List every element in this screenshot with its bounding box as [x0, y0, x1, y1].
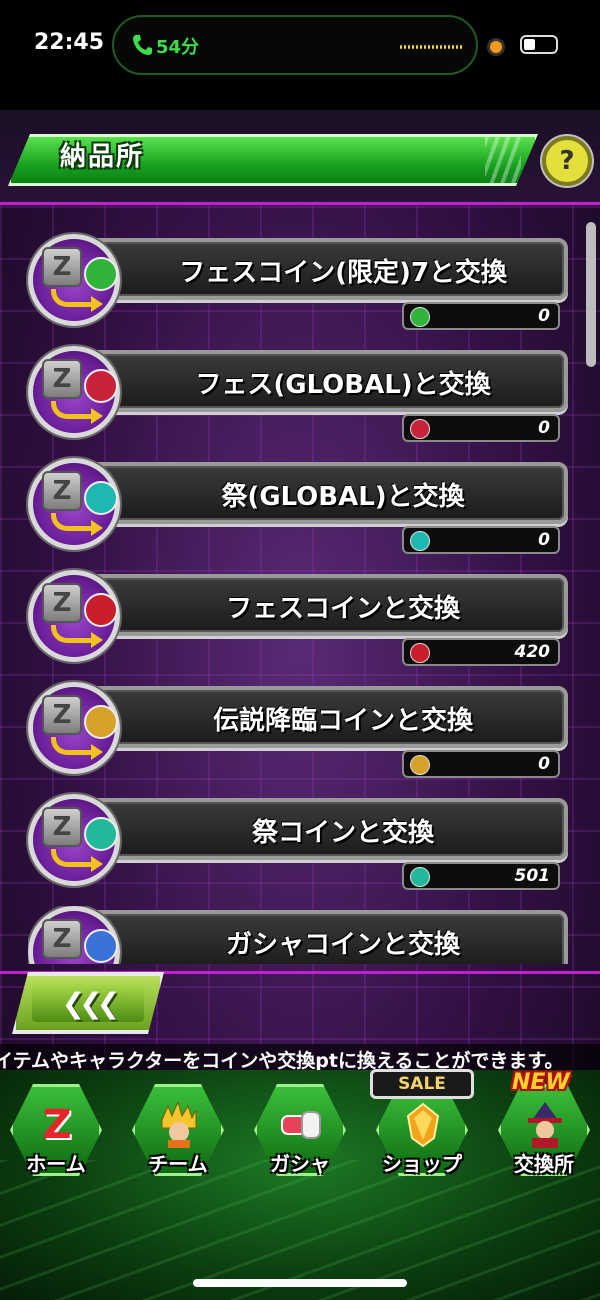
- coin-exchange-emblem: Z: [28, 234, 120, 326]
- home-z-icon: Z: [42, 1102, 72, 1148]
- game-screen: 納品所 ? フェスコイン(限定)7と交換 Z 0 フェス(GLOBAL)と交換 …: [0, 110, 600, 1300]
- coin-count: 0: [538, 754, 550, 774]
- coin-count-box: 0: [402, 750, 560, 778]
- nav-exchange-button[interactable]: 交換所: [494, 1080, 594, 1182]
- page-title: 納品所: [60, 142, 145, 172]
- help-button[interactable]: ?: [542, 136, 592, 186]
- coin-icon: [410, 643, 430, 663]
- coin-count: 0: [538, 418, 550, 438]
- capsule-icon: [281, 1111, 321, 1139]
- coin-icon: [410, 307, 430, 327]
- coin-icon: [410, 867, 430, 887]
- exchange-item[interactable]: フェスコインと交換 Z 420: [28, 570, 576, 668]
- exchange-item-label: フェス(GLOBAL)と交換: [195, 370, 491, 400]
- status-bar: 22:45 54分: [0, 0, 600, 110]
- audio-wave-icon: [400, 44, 462, 50]
- exchange-item-label: フェスコイン(限定)7と交換: [179, 258, 507, 288]
- exchange-item[interactable]: 伝説降臨コインと交換 Z 0: [28, 682, 576, 780]
- z-icon: Z: [42, 807, 82, 847]
- coin-exchange-emblem: Z: [28, 458, 120, 550]
- coin-icon: [84, 929, 118, 963]
- sale-badge: SALE: [370, 1069, 474, 1099]
- coin-count: 0: [538, 530, 550, 550]
- coin-icon: [410, 531, 430, 551]
- coin-exchange-emblem: Z: [28, 794, 120, 886]
- arrow-icon: [51, 289, 103, 312]
- new-badge: NEW: [512, 1070, 570, 1095]
- coin-count: 0: [538, 306, 550, 326]
- coin-count-box: 0: [402, 414, 560, 442]
- nav-home-button[interactable]: Z ホーム: [6, 1080, 106, 1182]
- z-icon: Z: [42, 695, 82, 735]
- arrow-icon: [51, 849, 103, 872]
- nav-gacha-button[interactable]: ガシャ: [250, 1080, 350, 1182]
- exchange-item[interactable]: 祭コインと交換 Z 501: [28, 794, 576, 892]
- exchange-item-label: 祭(GLOBAL)と交換: [221, 482, 465, 512]
- coin-icon: [84, 257, 118, 291]
- scrollbar-thumb[interactable]: [586, 222, 596, 367]
- nav-shop-label: ショップ: [382, 1152, 462, 1176]
- z-icon: Z: [42, 583, 82, 623]
- arrow-icon: [51, 513, 103, 536]
- nav-home-label: ホーム: [26, 1152, 86, 1176]
- coin-exchange-emblem: Z: [28, 570, 120, 662]
- exchange-item-label: 祭コインと交換: [251, 818, 434, 848]
- nav-gacha-label: ガシャ: [270, 1152, 330, 1176]
- coin-count: 501: [514, 866, 551, 886]
- coin-count-box: 0: [402, 526, 560, 554]
- arrow-icon: [51, 737, 103, 760]
- call-duration: 54分: [156, 37, 200, 58]
- z-icon: Z: [42, 471, 82, 511]
- phone-icon: [133, 35, 152, 55]
- exchange-item[interactable]: フェス(GLOBAL)と交換 Z 0: [28, 346, 576, 444]
- dragon-stone-icon: [406, 1102, 440, 1148]
- nav-team-label: チーム: [148, 1152, 208, 1176]
- battery-icon: [520, 35, 558, 54]
- z-icon: Z: [42, 919, 82, 959]
- merchant-character-icon: [528, 1102, 562, 1148]
- question-icon: ?: [559, 146, 575, 176]
- nav-exchange-label: 交換所: [514, 1152, 574, 1176]
- marquee-text: イテムやキャラクターをコインや交換ptに換えることができます。: [0, 1050, 564, 1072]
- back-arrows-icon: ❮❮❮: [32, 984, 144, 1022]
- home-indicator[interactable]: [193, 1279, 407, 1287]
- coin-icon: [84, 705, 118, 739]
- team-characters-icon: [161, 1102, 197, 1148]
- z-icon: Z: [42, 359, 82, 399]
- exchange-item[interactable]: ガシャコインと交換 Z: [28, 906, 576, 964]
- z-icon: Z: [42, 247, 82, 287]
- exchange-item[interactable]: 祭(GLOBAL)と交換 Z 0: [28, 458, 576, 556]
- coin-exchange-emblem: Z: [28, 682, 120, 774]
- coin-icon: [84, 481, 118, 515]
- back-button[interactable]: ❮❮❮: [12, 972, 164, 1034]
- coin-icon: [84, 369, 118, 403]
- scrollbar[interactable]: [586, 222, 596, 962]
- arrow-icon: [51, 401, 103, 424]
- arrow-icon: [51, 625, 103, 648]
- exchange-item[interactable]: フェスコイン(限定)7と交換 Z 0: [28, 234, 576, 332]
- coin-exchange-emblem: Z: [28, 346, 120, 438]
- coin-icon: [410, 419, 430, 439]
- mic-indicator-icon: [490, 41, 502, 53]
- exchange-item-label: ガシャコインと交換: [225, 930, 460, 960]
- coin-count-box: 501: [402, 862, 560, 890]
- coin-icon: [84, 593, 118, 627]
- coin-icon: [410, 755, 430, 775]
- nav-team-button[interactable]: チーム: [128, 1080, 228, 1182]
- bottom-nav: Z ホーム チーム ガシャ ショップ 交換所: [0, 1070, 600, 1300]
- coin-icon: [84, 817, 118, 851]
- info-marquee: イテムやキャラクターをコインや交換ptに換えることができます。: [0, 1044, 600, 1072]
- coin-count-box: 420: [402, 638, 560, 666]
- exchange-item-label: フェスコインと交換: [225, 594, 460, 624]
- exchange-item-label: 伝説降臨コインと交換: [212, 706, 473, 736]
- coin-count-box: 0: [402, 302, 560, 330]
- clock: 22:45: [34, 30, 105, 55]
- dynamic-island[interactable]: 54分: [112, 15, 502, 75]
- coin-count: 420: [514, 642, 551, 662]
